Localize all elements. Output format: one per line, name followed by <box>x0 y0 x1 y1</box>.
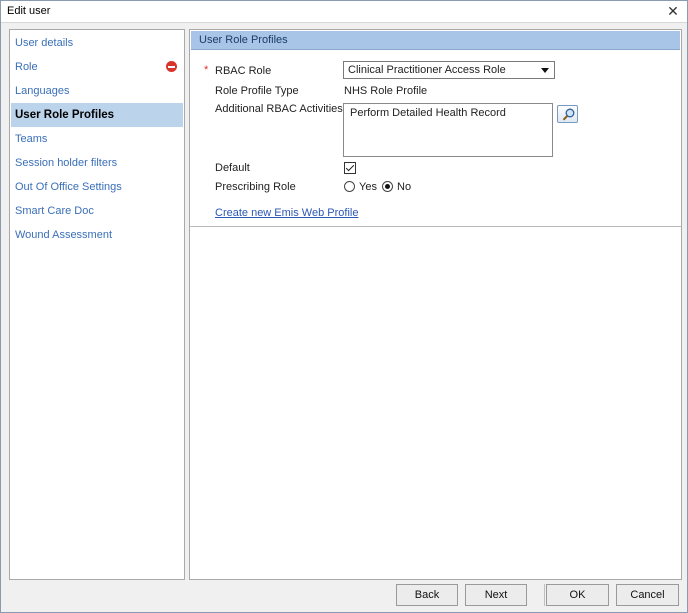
sidebar-item-label: User details <box>15 37 74 49</box>
main-panel: User Role Profiles * RBAC Role Clinical … <box>189 29 682 580</box>
panel-header: User Role Profiles <box>191 31 680 50</box>
error-icon <box>166 61 177 72</box>
button-separator <box>544 584 545 606</box>
sidebar-item-role[interactable]: Role <box>11 55 183 79</box>
sidebar-item-label: Smart Care Doc <box>15 205 94 217</box>
create-profile-link[interactable]: Create new Emis Web Profile <box>215 207 358 219</box>
sidebar-item-label: Wound Assessment <box>15 229 113 241</box>
sidebar-item-user-details[interactable]: User details <box>11 31 183 55</box>
prescribing-no-label: No <box>397 181 412 193</box>
next-button[interactable]: Next <box>465 584 527 606</box>
sidebar-item-wound-assessment[interactable]: Wound Assessment <box>11 223 183 247</box>
title-bar: Edit user ✕ <box>1 1 687 23</box>
sidebar-item-label: Teams <box>15 133 48 145</box>
sidebar-item-out-of-office-settings[interactable]: Out Of Office Settings <box>11 175 183 199</box>
sidebar-item-languages[interactable]: Languages <box>11 79 183 103</box>
additional-activities-value: Perform Detailed Health Record <box>350 107 506 119</box>
role-profile-type-label: Role Profile Type <box>215 85 299 97</box>
back-button[interactable]: Back <box>396 584 458 606</box>
sidebar-item-label: User Role Profiles <box>15 109 115 121</box>
rbac-role-value: Clinical Practitioner Access Role <box>348 64 506 76</box>
sidebar-item-label: Session holder filters <box>15 157 118 169</box>
sidebar-item-label: Languages <box>15 85 70 97</box>
window-title: Edit user <box>7 5 51 17</box>
rbac-role-dropdown[interactable]: Clinical Practitioner Access Role <box>343 61 555 79</box>
role-profile-type-value: NHS Role Profile <box>344 85 428 97</box>
lookup-button[interactable] <box>557 105 578 123</box>
sidebar-item-label: Out Of Office Settings <box>15 181 122 193</box>
sidebar-item-smart-care-doc[interactable]: Smart Care Doc <box>11 199 183 223</box>
additional-activities-field[interactable]: Perform Detailed Health Record <box>343 103 553 157</box>
search-icon <box>562 108 575 121</box>
close-icon[interactable]: ✕ <box>665 3 681 19</box>
rbac-role-label: RBAC Role <box>215 65 272 77</box>
prescribing-yes-radio[interactable] <box>344 181 355 192</box>
edit-user-window: Edit user ✕ User details Role Languages … <box>0 0 688 613</box>
cancel-button[interactable]: Cancel <box>616 584 679 606</box>
prescribing-role-label: Prescribing Role <box>215 181 296 193</box>
sidebar-item-teams[interactable]: Teams <box>11 127 183 151</box>
default-label: Default <box>215 162 250 174</box>
sidebar-item-label: Role <box>15 61 38 73</box>
sidebar: User details Role Languages User Role Pr… <box>9 29 185 580</box>
sidebar-item-user-role-profiles[interactable]: User Role Profiles <box>11 103 183 127</box>
sidebar-item-session-holder-filters[interactable]: Session holder filters <box>11 151 183 175</box>
prescribing-no-radio[interactable] <box>382 181 393 192</box>
ok-button[interactable]: OK <box>546 584 609 606</box>
required-marker: * <box>204 64 209 76</box>
additional-activities-label: Additional RBAC Activities <box>215 103 343 115</box>
prescribing-yes-label: Yes <box>359 181 377 193</box>
default-checkbox[interactable] <box>344 162 356 174</box>
chevron-down-icon <box>541 68 549 73</box>
role-profile-form: * RBAC Role Clinical Practitioner Access… <box>190 51 681 227</box>
